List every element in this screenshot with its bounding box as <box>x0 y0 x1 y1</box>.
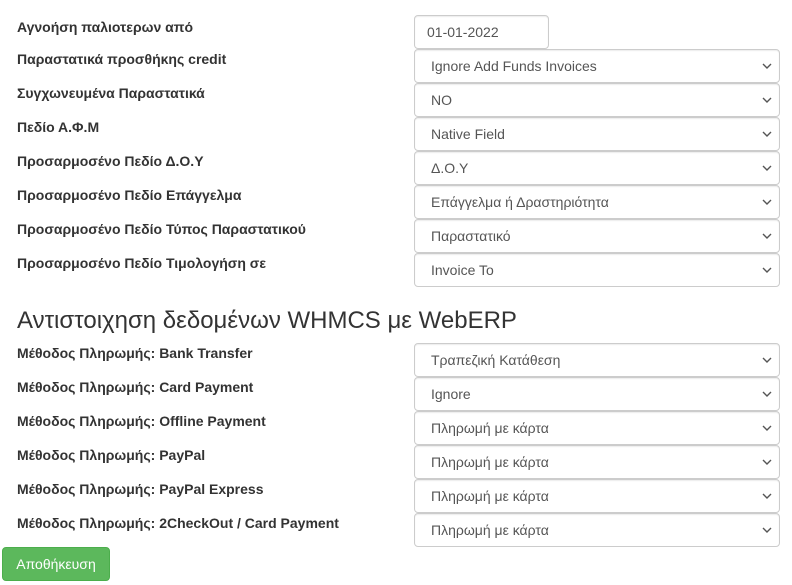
ignore-older-date-input[interactable]: 01-01-2022 <box>414 15 549 49</box>
bank-transfer-select[interactable]: Τραπεζική Κατάθεση <box>414 343 780 377</box>
setting-label: Προσαρμοσένο Πεδίο Επάγγελμα <box>17 187 242 203</box>
payment-row-bank-transfer: Μέθοδος Πληρωμής: Bank Transfer Τραπεζικ… <box>0 343 792 377</box>
chevron-down-icon <box>762 267 772 273</box>
payment-row-offline-payment: Μέθοδος Πληρωμής: Offline Payment Πληρωμ… <box>0 411 792 445</box>
card-payment-select[interactable]: Ignore <box>414 377 780 411</box>
setting-row-document-type-field: Προσαρμοσένο Πεδίο Τύπος Παραστατικού Πα… <box>0 219 792 253</box>
tax-office-field-select[interactable]: Δ.Ο.Υ <box>414 151 780 185</box>
vat-field-select[interactable]: Native Field <box>414 117 780 151</box>
setting-row-vat-field: Πεδίο Α.Φ.Μ Native Field <box>0 117 792 151</box>
offline-payment-select[interactable]: Πληρωμή με κάρτα <box>414 411 780 445</box>
chevron-down-icon <box>762 425 772 431</box>
setting-label: Συγχωνευμένα Παραστατικά <box>17 85 205 101</box>
select-value: Παραστατικό <box>431 228 511 244</box>
setting-label: Προσαρμοσένο Πεδίο Δ.Ο.Υ <box>17 153 204 169</box>
setting-row-tax-office-field: Προσαρμοσένο Πεδίο Δ.Ο.Υ Δ.Ο.Υ <box>0 151 792 185</box>
chevron-down-icon <box>762 63 772 69</box>
setting-label: Πεδίο Α.Φ.Μ <box>17 119 100 135</box>
chevron-down-icon <box>762 97 772 103</box>
paypal-select[interactable]: Πληρωμή με κάρτα <box>414 445 780 479</box>
chevron-down-icon <box>762 165 772 171</box>
merged-invoices-select[interactable]: NO <box>414 83 780 117</box>
payment-row-2checkout: Μέθοδος Πληρωμής: 2CheckOut / Card Payme… <box>0 513 792 547</box>
payment-row-paypal-express: Μέθοδος Πληρωμής: PayPal Express Πληρωμή… <box>0 479 792 513</box>
select-value: Πληρωμή με κάρτα <box>431 522 549 538</box>
payment-label: Μέθοδος Πληρωμής: Bank Transfer <box>17 345 253 361</box>
setting-label: Παραστατικά προσθήκης credit <box>17 51 227 67</box>
setting-label: Προσαρμοσένο Πεδίο Τιμολογήση σε <box>17 255 267 271</box>
payment-label: Μέθοδος Πληρωμής: Offline Payment <box>17 413 266 429</box>
profession-field-select[interactable]: Επάγγελμα ή Δραστηριότητα <box>414 185 780 219</box>
payment-label: Μέθοδος Πληρωμής: 2CheckOut / Card Payme… <box>17 515 339 531</box>
select-value: Επάγγελμα ή Δραστηριότητα <box>431 194 609 210</box>
select-value: Τραπεζική Κατάθεση <box>431 352 561 368</box>
chevron-down-icon <box>762 527 772 533</box>
chevron-down-icon <box>762 459 772 465</box>
chevron-down-icon <box>762 391 772 397</box>
setting-row-merged-invoices: Συγχωνευμένα Παραστατικά NO <box>0 83 792 117</box>
2checkout-select[interactable]: Πληρωμή με κάρτα <box>414 513 780 547</box>
select-value: Πληρωμή με κάρτα <box>431 420 549 436</box>
select-value: NO <box>431 92 452 108</box>
setting-row-ignore-older: Αγνοήση παλιοτερων από 01-01-2022 <box>0 15 792 49</box>
payment-label: Μέθοδος Πληρωμής: PayPal <box>17 447 206 463</box>
chevron-down-icon <box>762 131 772 137</box>
credit-invoices-select[interactable]: Ignore Add Funds Invoices <box>414 49 780 83</box>
select-value: Ignore <box>431 386 471 402</box>
setting-row-invoice-to-field: Προσαρμοσένο Πεδίο Τιμολογήση σε Invoice… <box>0 253 792 287</box>
chevron-down-icon <box>762 357 772 363</box>
setting-row-profession-field: Προσαρμοσένο Πεδίο Επάγγελμα Επάγγελμα ή… <box>0 185 792 219</box>
select-value: Invoice To <box>431 262 494 278</box>
mapping-section-heading: Αντιστοιχηση δεδομένων WHMCS με WebERP <box>17 307 517 334</box>
setting-row-credit-invoices: Παραστατικά προσθήκης credit Ignore Add … <box>0 49 792 83</box>
payment-row-card-payment: Μέθοδος Πληρωμής: Card Payment Ignore <box>0 377 792 411</box>
setting-label: Προσαρμοσένο Πεδίο Τύπος Παραστατικού <box>17 221 306 237</box>
select-value: Ignore Add Funds Invoices <box>431 58 597 74</box>
date-value: 01-01-2022 <box>427 24 499 40</box>
chevron-down-icon <box>762 493 772 499</box>
select-value: Πληρωμή με κάρτα <box>431 454 549 470</box>
select-value: Native Field <box>431 126 505 142</box>
paypal-express-select[interactable]: Πληρωμή με κάρτα <box>414 479 780 513</box>
payment-row-paypal: Μέθοδος Πληρωμής: PayPal Πληρωμή με κάρτ… <box>0 445 792 479</box>
chevron-down-icon <box>762 199 772 205</box>
invoice-to-field-select[interactable]: Invoice To <box>414 253 780 287</box>
select-value: Πληρωμή με κάρτα <box>431 488 549 504</box>
payment-label: Μέθοδος Πληρωμής: PayPal Express <box>17 481 264 497</box>
document-type-field-select[interactable]: Παραστατικό <box>414 219 780 253</box>
payment-label: Μέθοδος Πληρωμής: Card Payment <box>17 379 254 395</box>
chevron-down-icon <box>762 233 772 239</box>
select-value: Δ.Ο.Υ <box>431 160 469 176</box>
save-button[interactable]: Αποθήκευση <box>2 547 110 581</box>
setting-label: Αγνοήση παλιοτερων από <box>17 19 193 35</box>
